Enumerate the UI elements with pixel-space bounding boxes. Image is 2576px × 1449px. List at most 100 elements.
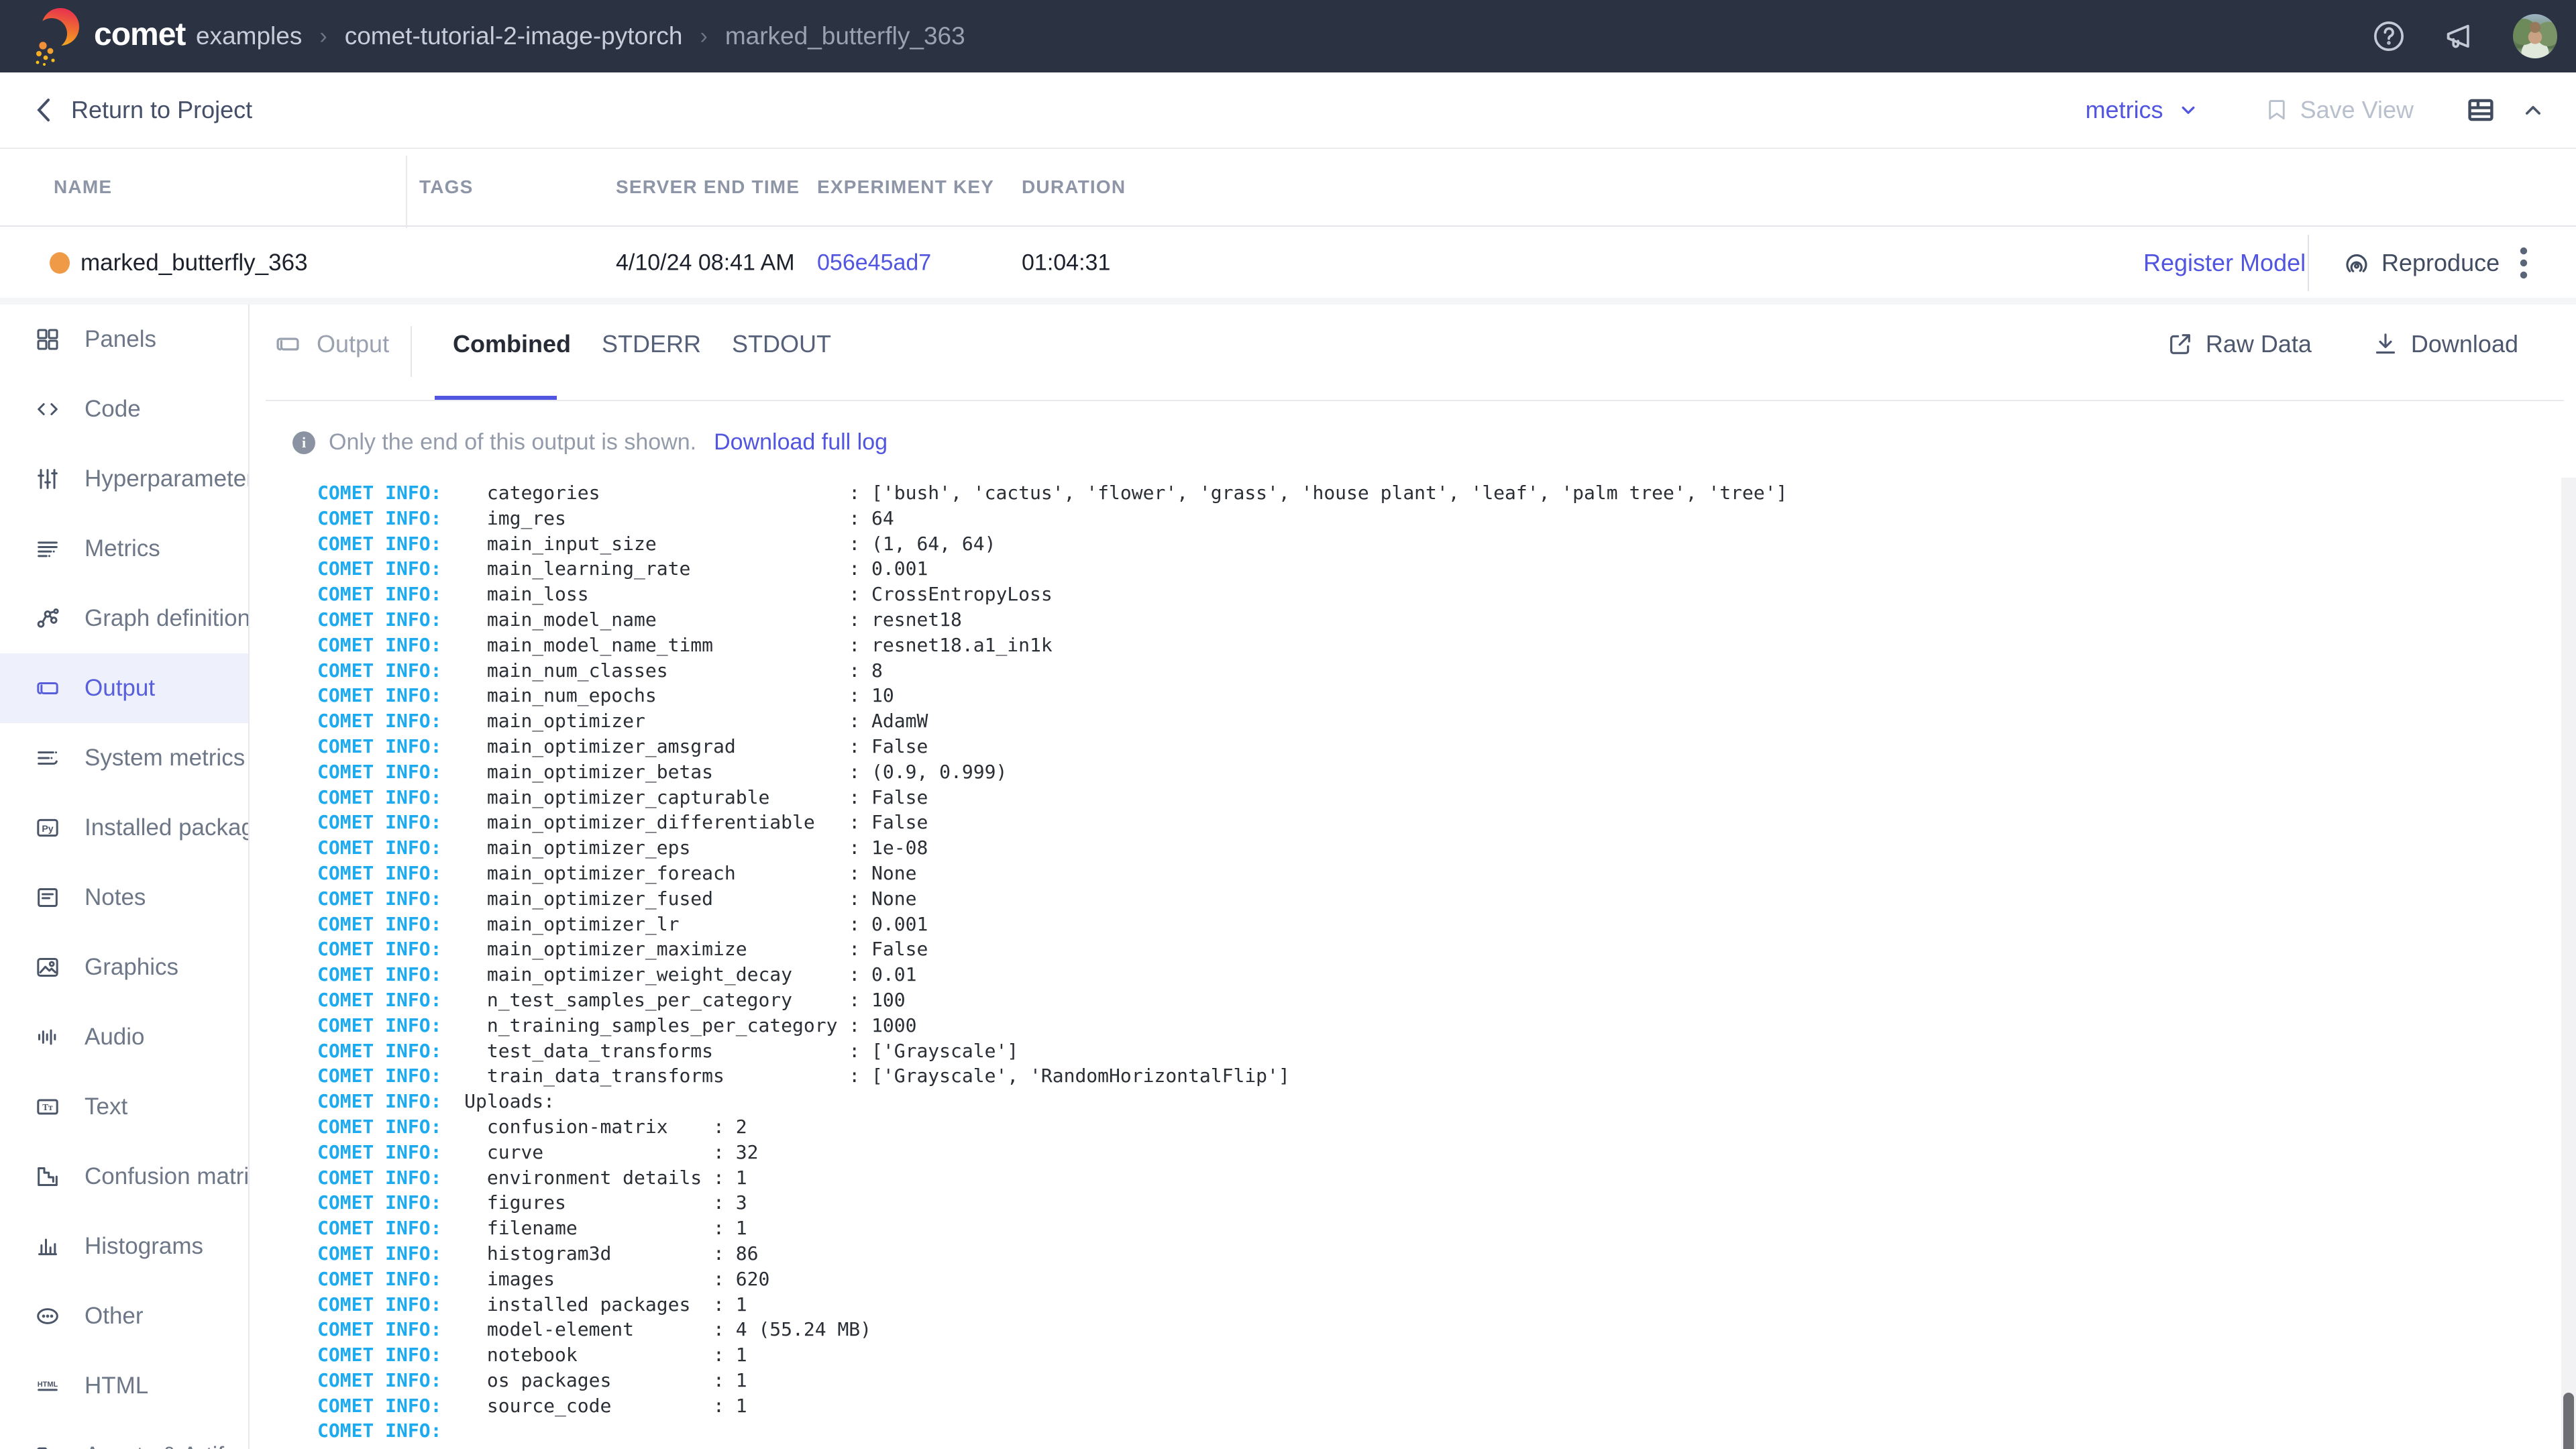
download-button[interactable]: Download	[2372, 330, 2518, 358]
log-prefix: COMET INFO:	[317, 938, 441, 960]
log-text: main_optimizer_fused : None	[441, 888, 916, 910]
view-selector-dropdown[interactable]: metrics	[2086, 96, 2200, 124]
log-text: filename : 1	[441, 1217, 747, 1239]
sidebar-item-audio[interactable]: Audio	[0, 1002, 250, 1072]
log-prefix: COMET INFO:	[317, 1116, 441, 1138]
log-prefix: COMET INFO:	[317, 583, 441, 605]
sidebar-item-label: Metrics	[85, 535, 160, 562]
log-prefix: COMET INFO:	[317, 557, 441, 580]
sidebar-item-label: Confusion matrix	[85, 1163, 250, 1190]
collapse-panel-icon[interactable]	[2520, 97, 2546, 123]
log-line: COMET INFO: main_optimizer_weight_decay …	[317, 962, 2531, 987]
sidebar-item-confusion-matrix[interactable]: Confusion matrix	[0, 1142, 250, 1212]
tab-combined[interactable]: Combined	[453, 330, 571, 358]
title-tabs-divider	[411, 326, 412, 377]
other-icon	[28, 1301, 67, 1331]
log-text: source_code : 1	[441, 1395, 747, 1417]
register-model-button[interactable]: Register Model	[2143, 249, 2306, 277]
user-avatar[interactable]	[2513, 14, 2557, 58]
experiment-row[interactable]: marked_butterfly_363 4/10/24 08:41 AM 05…	[0, 228, 2576, 298]
log-line: COMET INFO: main_learning_rate : 0.001	[317, 556, 2531, 582]
help-icon[interactable]	[2371, 18, 2407, 54]
log-text: main_optimizer_foreach : None	[441, 862, 916, 884]
sidebar-item-panels[interactable]: Panels	[0, 305, 250, 374]
log-prefix: COMET INFO:	[317, 710, 441, 732]
experiment-key-link[interactable]: 056e45ad7	[817, 250, 931, 276]
sidebar-item-graphics[interactable]: Graphics	[0, 932, 250, 1002]
log-text: notebook : 1	[441, 1344, 747, 1366]
installed-packages-icon: Py	[28, 813, 67, 843]
breadcrumb-item[interactable]: comet-tutorial-2-image-pytorch	[345, 22, 683, 50]
log-prefix: COMET INFO:	[317, 1318, 441, 1340]
log-prefix: COMET INFO:	[317, 862, 441, 884]
column-header-tags[interactable]: TAGS	[419, 176, 474, 198]
breadcrumb-item[interactable]: marked_butterfly_363	[725, 22, 965, 50]
sidebar-item-html[interactable]: HTMLHTML	[0, 1351, 250, 1421]
log-line: COMET INFO: main_input_size : (1, 64, 64…	[317, 531, 2531, 557]
experiment-duration: 01:04:31	[1022, 250, 1110, 276]
log-line: COMET INFO: os packages : 1	[317, 1368, 2531, 1393]
log-line: COMET INFO: main_num_classes : 8	[317, 658, 2531, 684]
sidebar-item-hyperparameters[interactable]: Hyperparameters	[0, 444, 250, 514]
sidebar-item-installed-packages[interactable]: Py Installed packages	[0, 793, 250, 863]
column-header-server-end-time[interactable]: SERVER END TIME	[616, 176, 800, 198]
sidebar-item-code[interactable]: Code	[0, 374, 250, 444]
log-line: COMET INFO: environment details : 1	[317, 1165, 2531, 1191]
table-view-icon[interactable]	[2465, 94, 2497, 126]
scrollbar-track[interactable]	[2561, 478, 2576, 1449]
sidebar-item-text[interactable]: TᴛText	[0, 1072, 250, 1142]
sidebar-item-system-metrics[interactable]: System metrics	[0, 723, 250, 793]
row-menu-icon[interactable]	[2510, 243, 2537, 283]
breadcrumb-item[interactable]: examples	[196, 22, 302, 50]
sidebar-item-metrics[interactable]: Metrics	[0, 514, 250, 584]
confusion-matrix-icon	[28, 1162, 67, 1191]
log-line: COMET INFO: main_loss : CrossEntropyLoss	[317, 582, 2531, 607]
sidebar-item-assets-artifacts[interactable]: Assets & Artifacts	[0, 1421, 250, 1449]
output-panel-title: Output	[274, 330, 389, 358]
log-line: COMET INFO: n_test_samples_per_category …	[317, 987, 2531, 1013]
log-prefix: COMET INFO:	[317, 634, 441, 656]
log-line: COMET INFO: figures : 3	[317, 1190, 2531, 1216]
sidebar-item-histograms[interactable]: Histograms	[0, 1212, 250, 1281]
log-text: Uploads:	[441, 1090, 555, 1112]
return-to-project-link[interactable]: Return to Project	[35, 72, 252, 148]
log-line: COMET INFO: img_res : 64	[317, 506, 2531, 531]
sidebar-item-label: Installed packages	[85, 814, 250, 841]
log-text: n_test_samples_per_category : 100	[441, 989, 905, 1011]
download-full-log-link[interactable]: Download full log	[714, 429, 888, 455]
column-header-name[interactable]: NAME	[54, 176, 112, 198]
tab-stderr[interactable]: STDERR	[602, 330, 701, 358]
sidebar-item-graph-definition[interactable]: Graph definition	[0, 584, 250, 653]
sidebar-item-output[interactable]: Output	[0, 653, 250, 723]
save-view-button[interactable]: Save View	[2264, 96, 2414, 124]
sidebar-item-label: Notes	[85, 884, 146, 911]
log-prefix: COMET INFO:	[317, 659, 441, 682]
sidebar-item-label: Panels	[85, 326, 156, 353]
bookmark-icon	[2264, 96, 2290, 124]
column-header-experiment-key[interactable]: EXPERIMENT KEY	[817, 176, 994, 198]
log-prefix: COMET INFO:	[317, 913, 441, 935]
raw-data-button[interactable]: Raw Data	[2167, 330, 2312, 358]
column-header-duration[interactable]: DURATION	[1022, 176, 1126, 198]
log-truncation-notice: i Only the end of this output is shown. …	[292, 429, 888, 455]
sidebar-item-other[interactable]: Other	[0, 1281, 250, 1351]
log-prefix: COMET INFO:	[317, 1014, 441, 1036]
row-divider	[2308, 235, 2309, 291]
log-line: COMET INFO: images : 620	[317, 1267, 2531, 1292]
log-prefix: COMET INFO:	[317, 1040, 441, 1062]
comet-logo-text: comet	[94, 16, 185, 53]
reproduce-button[interactable]: Reproduce	[2343, 249, 2500, 277]
log-text: main_optimizer_betas : (0.9, 0.999)	[441, 761, 1007, 783]
announcements-icon[interactable]	[2442, 18, 2478, 54]
tab-stdout[interactable]: STDOUT	[732, 330, 831, 358]
log-text: n_training_samples_per_category : 1000	[441, 1014, 916, 1036]
comet-logo[interactable]: comet	[30, 0, 185, 72]
log-prefix: COMET INFO:	[317, 482, 441, 504]
download-icon	[2372, 331, 2399, 358]
sidebar-item-notes[interactable]: Notes	[0, 863, 250, 932]
code-icon	[28, 394, 67, 424]
graph-definition-icon	[28, 604, 67, 633]
sidebar-item-label: Code	[85, 396, 141, 423]
log-text: train_data_transforms : ['Grayscale', 'R…	[441, 1065, 1289, 1087]
scrollbar-thumb[interactable]	[2563, 1393, 2574, 1449]
